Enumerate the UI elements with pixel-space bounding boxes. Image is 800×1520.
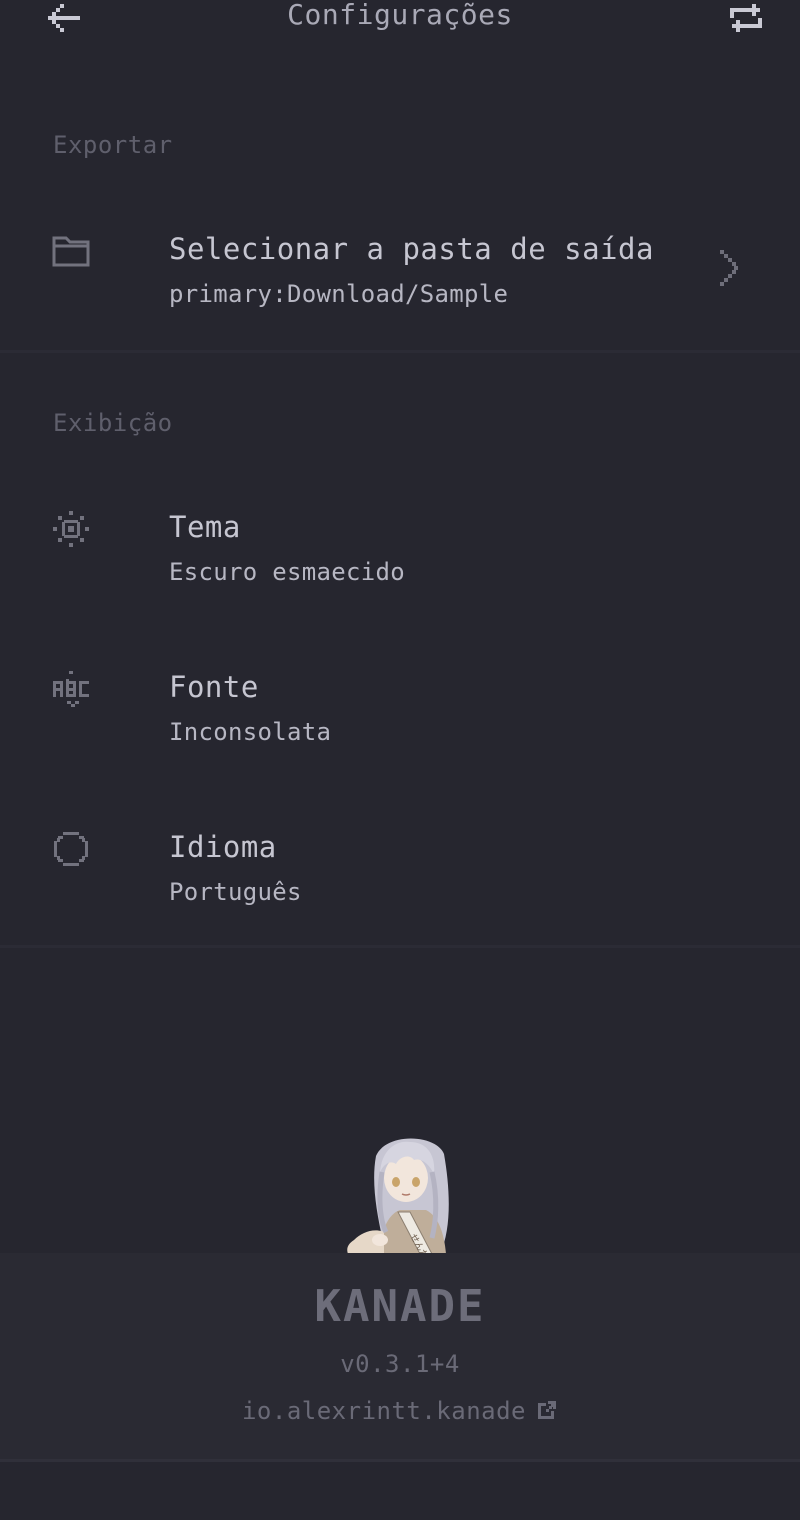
globe-icon — [50, 828, 92, 870]
app-version: v0.3.1+4 — [340, 1350, 460, 1378]
language-setting[interactable]: Idioma Português — [0, 820, 800, 930]
footer-divider — [0, 1459, 800, 1462]
font-setting[interactable]: Fonte Inconsolata — [0, 660, 800, 770]
app-logo: KANADE — [314, 1281, 486, 1332]
repeat-icon — [730, 4, 762, 32]
font-value: Inconsolata — [169, 718, 332, 746]
chevron-right-icon — [710, 246, 746, 290]
output-folder-title: Selecionar a pasta de saída — [169, 232, 654, 266]
theme-value: Escuro esmaecido — [169, 558, 405, 586]
theme-setting[interactable]: Tema Escuro esmaecido — [0, 500, 800, 610]
section-divider — [0, 945, 800, 948]
section-label-export: Exportar — [53, 131, 173, 159]
package-link[interactable]: io.alexrintt.kanade — [0, 1397, 800, 1425]
output-folder-setting[interactable]: Selecionar a pasta de saída primary:Down… — [0, 222, 800, 332]
language-value: Português — [169, 878, 302, 906]
section-label-display: Exibição — [53, 409, 173, 437]
folder-icon — [50, 230, 92, 272]
app-bar: Configurações — [0, 0, 800, 48]
page-title: Configurações — [287, 0, 513, 31]
output-folder-value: primary:Download/Sample — [169, 280, 509, 308]
font-title: Fonte — [169, 670, 259, 704]
language-title: Idioma — [169, 830, 277, 864]
mascot-image: せんが — [347, 1138, 449, 1254]
font-abc-icon — [50, 668, 92, 710]
external-link-icon — [538, 1401, 557, 1419]
theme-title: Tema — [169, 510, 241, 544]
section-divider — [0, 350, 800, 353]
sync-button[interactable] — [722, 0, 770, 42]
package-name: io.alexrintt.kanade — [241, 1397, 527, 1425]
brightness-icon — [50, 508, 92, 550]
